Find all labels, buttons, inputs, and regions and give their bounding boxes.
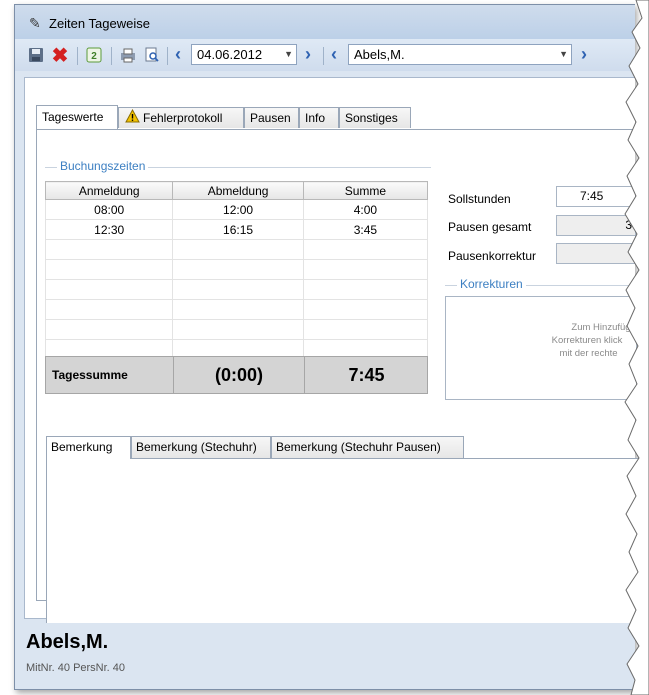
table-row[interactable] [44, 279, 429, 300]
tagessumme-pause: (0:00) [214, 365, 263, 385]
preview-icon[interactable] [143, 47, 161, 65]
main-content: Tageswerte Fehlerprotokoll Pausen Info S… [24, 77, 639, 634]
tab-sonstiges[interactable]: Sonstiges [339, 107, 411, 128]
sollstunden-label: Sollstunden [448, 192, 511, 206]
window: ✎ Zeiten Tageweise ✖ 2 ‹ 04.06.2012 ▼ › … [14, 4, 639, 690]
tab-bemerkung[interactable]: Bemerkung [46, 436, 131, 459]
tagessumme-row: Tagessumme (0:00) 7:45 [45, 356, 428, 394]
tab-bemerkung-stechuhr-pausen[interactable]: Bemerkung (Stechuhr Pausen) [271, 436, 464, 458]
toolbar: ✖ 2 ‹ 04.06.2012 ▼ › ‹ Abels,M. ▼ › [15, 39, 635, 71]
title-bar: ✎ Zeiten Tageweise [15, 5, 635, 39]
table-cell[interactable] [44, 319, 174, 340]
date-value: 04.06.2012 [197, 47, 263, 62]
table-cell[interactable] [44, 259, 174, 280]
table-cell[interactable] [302, 299, 429, 320]
table-row[interactable]: 12:30 16:15 3:45 [44, 219, 429, 240]
employee-numbers: MitNr. 40 PersNr. 40 [26, 662, 126, 674]
table-cell[interactable] [44, 299, 174, 320]
employee-value: Abels,M. [354, 47, 405, 62]
tab-label: Pausen [250, 111, 291, 125]
tab-label: Sonstiges [345, 111, 398, 125]
column-header[interactable]: Summe [302, 181, 429, 200]
table-cell[interactable] [302, 279, 429, 300]
employee-select[interactable]: Abels,M. ▼ [348, 44, 572, 65]
table-cell[interactable]: 16:15 [172, 219, 304, 240]
tagessumme-value: 7:45 [348, 365, 385, 385]
window-title: Zeiten Tageweise [49, 16, 150, 31]
table-row[interactable] [44, 239, 429, 260]
delete-icon[interactable]: ✖ [51, 46, 69, 66]
tab-label: Bemerkung (Stechuhr Pausen) [276, 440, 441, 454]
refresh-icon[interactable]: 2 [85, 47, 103, 65]
table-cell[interactable] [302, 239, 429, 260]
pausen-gesamt-label: Pausen gesamt [448, 220, 532, 234]
pen-icon: ✎ [29, 15, 41, 31]
buchungszeiten-label: Buchungszeiten [57, 159, 149, 173]
tab-bemerkung-stechuhr[interactable]: Bemerkung (Stechuhr) [131, 436, 271, 458]
chevron-down-icon[interactable]: ▼ [559, 45, 568, 64]
tab-label: Fehlerprotokoll [143, 111, 223, 125]
toolbar-divider [77, 47, 78, 65]
table-cell[interactable]: 4:00 [302, 199, 429, 220]
toolbar-divider [111, 47, 112, 65]
table-cell[interactable]: 12:00 [172, 199, 304, 220]
table-row[interactable] [44, 299, 429, 320]
previous-employee-icon[interactable]: ‹ [331, 45, 337, 63]
table-row[interactable]: 08:00 12:00 4:00 [44, 199, 429, 220]
sollstunden-value: 7:45 [580, 189, 604, 203]
tab-label: Bemerkung [51, 440, 113, 454]
tab-tageswerte[interactable]: Tageswerte [36, 105, 118, 129]
bemerkung-textarea[interactable] [46, 458, 639, 634]
pausenkorrektur-label: Pausenkorrektur [448, 249, 537, 263]
toolbar-divider [323, 47, 324, 65]
table-cell[interactable]: 08:00 [44, 199, 174, 220]
toolbar-divider [167, 47, 168, 65]
employee-name: Abels,M. [26, 631, 109, 653]
column-header[interactable]: Abmeldung [172, 181, 304, 200]
svg-text:2: 2 [91, 51, 97, 62]
column-header[interactable]: Anmeldung [44, 181, 174, 200]
torn-edge [624, 0, 649, 695]
date-select[interactable]: 04.06.2012 ▼ [191, 44, 297, 65]
table-cell[interactable] [44, 279, 174, 300]
korrekturen-label: Korrekturen [457, 277, 526, 291]
tab-label: Bemerkung (Stechuhr) [136, 440, 257, 454]
tageswerte-panel: Buchungszeiten Anmeldung Abmeldung Summe… [36, 129, 639, 634]
tab-info[interactable]: Info [299, 107, 339, 128]
table-cell[interactable] [302, 319, 429, 340]
table-cell[interactable]: 3:45 [302, 219, 429, 240]
table-cell[interactable]: 12:30 [44, 219, 174, 240]
next-date-icon[interactable]: › [305, 45, 311, 63]
table-row[interactable] [44, 259, 429, 280]
table-cell[interactable] [172, 239, 304, 260]
print-icon[interactable] [119, 47, 137, 65]
table-cell[interactable] [302, 259, 429, 280]
tagessumme-label: Tagessumme [52, 368, 128, 382]
chevron-down-icon[interactable]: ▼ [284, 45, 293, 64]
buchungszeiten-table[interactable]: Anmeldung Abmeldung Summe 08:00 12:00 4:00… [44, 181, 429, 360]
previous-date-icon[interactable]: ‹ [175, 45, 181, 63]
table-cell[interactable] [172, 259, 304, 280]
korrekturen-list[interactable]: Zum Hinzufüg Korrekturen klick mit der r… [445, 296, 637, 400]
tab-pausen[interactable]: Pausen [244, 107, 299, 128]
warning-icon [125, 108, 140, 129]
next-employee-icon[interactable]: › [581, 45, 587, 63]
table-cell[interactable] [172, 279, 304, 300]
table-cell[interactable] [44, 239, 174, 260]
tab-label: Info [305, 111, 326, 125]
tab-label: Tageswerte [42, 110, 104, 124]
table-cell[interactable] [172, 299, 304, 320]
table-cell[interactable] [172, 319, 304, 340]
footer: Abels,M. MitNr. 40 PersNr. 40 [15, 623, 635, 689]
save-icon[interactable] [27, 47, 45, 65]
table-row[interactable] [44, 319, 429, 340]
tab-fehlerprotokoll[interactable]: Fehlerprotokoll [118, 107, 244, 128]
